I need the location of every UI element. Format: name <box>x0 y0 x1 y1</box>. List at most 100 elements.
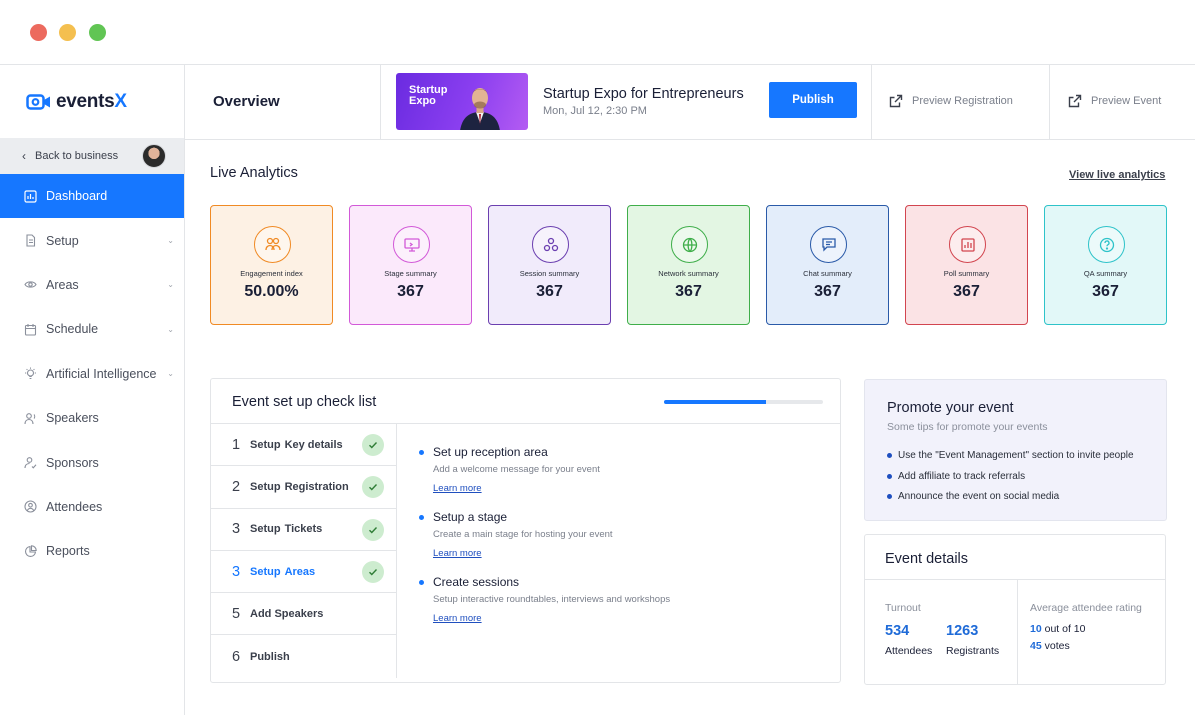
bullet-icon <box>419 515 424 520</box>
close-window-button[interactable] <box>30 24 47 41</box>
step-number: 1 <box>232 436 241 453</box>
step-label: Add Speakers <box>250 607 324 620</box>
camera-logo-icon <box>26 94 50 110</box>
event-setup-checklist: Event set up check list 1 Setup Key detail… <box>210 378 841 683</box>
card-label: QA summary <box>1083 269 1128 278</box>
step-label: Tickets <box>284 523 323 536</box>
analytics-card[interactable]: Network summary 367 <box>627 205 750 325</box>
sidebar-item-setup[interactable]: Setup ⌄ <box>0 218 184 262</box>
sidebar-item-label: Speakers <box>46 411 99 426</box>
back-to-business-button[interactable]: ‹ Back to business <box>0 138 184 174</box>
task-description: Setup interactive roundtables, interview… <box>433 594 671 605</box>
sidebar-item-dashboard[interactable]: Dashboard <box>0 174 184 219</box>
task-description: Add a welcome message for your event <box>433 464 600 475</box>
promote-subtitle: Some tips for promote your events <box>887 421 1048 433</box>
step-number: 2 <box>232 478 241 495</box>
external-link-icon <box>1068 94 1082 108</box>
sidebar-item-label: Reports <box>46 544 90 559</box>
turnout-label: Turnout <box>885 602 921 614</box>
step-label: Registration <box>284 480 349 493</box>
step-label: Areas <box>284 565 316 578</box>
checklist-step[interactable]: 5 Add Speakers <box>211 593 397 636</box>
card-value: 50.00% <box>244 283 299 300</box>
chat-icon <box>810 226 847 263</box>
sidebar-item-label: Setup <box>46 233 79 248</box>
step-label: Publish <box>250 650 290 663</box>
sidebar-item-label: Areas <box>46 277 79 292</box>
card-value: 367 <box>814 283 841 300</box>
chevron-left-icon: ‹ <box>22 149 26 163</box>
view-live-analytics-link[interactable]: View live analytics <box>1069 169 1165 181</box>
card-value: 367 <box>397 283 424 300</box>
logo-wordmark: eventsX <box>56 91 127 112</box>
task-title: Create sessions <box>433 575 520 589</box>
sidebar-item-sponsors[interactable]: Sponsors <box>0 440 184 484</box>
step-prefix: Setup <box>250 438 281 451</box>
document-icon <box>24 234 37 247</box>
preview-registration-label: Preview Registration <box>912 95 1013 107</box>
maximize-window-button[interactable] <box>89 24 106 41</box>
sidebar-item-label: Artificial Intelligence <box>46 366 157 381</box>
chevron-down-icon: ⌄ <box>167 280 174 290</box>
stage-screen-icon <box>393 226 430 263</box>
sidebar-item-attendees[interactable]: Attendees <box>0 485 184 529</box>
learn-more-link[interactable]: Learn more <box>433 483 482 494</box>
publish-button[interactable]: Publish <box>769 82 857 118</box>
registrants-count: 1263 <box>946 623 979 639</box>
preview-event-link[interactable]: Preview Event <box>1068 94 1161 108</box>
analytics-card[interactable]: Stage summary 367 <box>349 205 472 325</box>
window-titlebar <box>0 0 1195 65</box>
sidebar-item-schedule[interactable]: Schedule ⌄ <box>0 307 184 351</box>
sidebar-item-speakers[interactable]: Speakers <box>0 396 184 440</box>
avatar[interactable] <box>142 144 166 168</box>
card-label: Chat summary <box>803 269 852 278</box>
sidebar-item-reports[interactable]: Reports <box>0 529 184 573</box>
event-date: Mon, Jul 12, 2:30 PM <box>543 105 647 117</box>
step-number: 3 <box>232 563 241 580</box>
analytics-card[interactable]: Poll summary 367 <box>905 205 1028 325</box>
learn-more-link[interactable]: Learn more <box>433 548 482 559</box>
check-icon <box>362 434 384 456</box>
promote-event-panel: Promote your event Some tips for promote… <box>864 379 1167 521</box>
learn-more-link[interactable]: Learn more <box>433 613 482 624</box>
sidebar-item-artificial-intelligence[interactable]: Artificial Intelligence ⌄ <box>0 352 184 396</box>
preview-registration-link[interactable]: Preview Registration <box>889 94 1013 108</box>
attendees-count: 534 <box>885 623 910 639</box>
analytics-card[interactable]: Engagement index 50.00% <box>210 205 333 325</box>
checklist-step[interactable]: 3 Setup Areas <box>211 550 397 594</box>
divider <box>865 579 1165 580</box>
eventsx-logo[interactable]: eventsX <box>26 91 127 112</box>
eye-icon <box>24 278 37 291</box>
checklist-step[interactable]: 3 Setup Tickets <box>211 508 397 551</box>
checklist-task: Create sessions Setup interactive roundta… <box>419 575 819 626</box>
analytics-card[interactable]: Chat summary 367 <box>766 205 889 325</box>
card-value: 367 <box>953 283 980 300</box>
checklist-step[interactable]: 1 Setup Key details <box>211 424 397 467</box>
event-thumbnail[interactable]: Startup Expo <box>396 73 528 130</box>
card-value: 367 <box>536 283 563 300</box>
live-analytics-title: Live Analytics <box>210 165 298 181</box>
people-icon <box>254 226 291 263</box>
speaker-portrait-image <box>460 88 500 130</box>
poll-icon <box>949 226 986 263</box>
divider <box>871 65 872 140</box>
task-title: Set up reception area <box>433 445 548 459</box>
checklist-tasks: Set up reception area Add a welcome messa… <box>419 445 819 640</box>
step-prefix: Setup <box>250 480 281 493</box>
event-details-title: Event details <box>885 551 969 567</box>
back-to-business-label: Back to business <box>35 150 119 162</box>
card-label: Poll summary <box>943 269 990 278</box>
sidebar-item-areas[interactable]: Areas ⌄ <box>0 263 184 307</box>
analytics-card[interactable]: QA summary 367 <box>1044 205 1167 325</box>
lightbulb-icon <box>24 367 37 380</box>
minimize-window-button[interactable] <box>59 24 76 41</box>
event-title: Startup Expo for Entrepreneurs <box>543 86 744 102</box>
analytics-card[interactable]: Session summary 367 <box>488 205 611 325</box>
checklist-step[interactable]: 2 Setup Registration <box>211 466 397 509</box>
attendee-circle-icon <box>24 500 37 513</box>
checklist-step[interactable]: 6 Publish <box>211 635 397 678</box>
checklist-steps: 1 Setup Key details 2 Setup Registration 3 Setu… <box>211 424 397 678</box>
event-header: Overview Startup Expo Startup Expo for E… <box>185 65 1195 140</box>
session-cluster-icon <box>532 226 569 263</box>
chevron-down-icon: ⌄ <box>167 236 174 246</box>
